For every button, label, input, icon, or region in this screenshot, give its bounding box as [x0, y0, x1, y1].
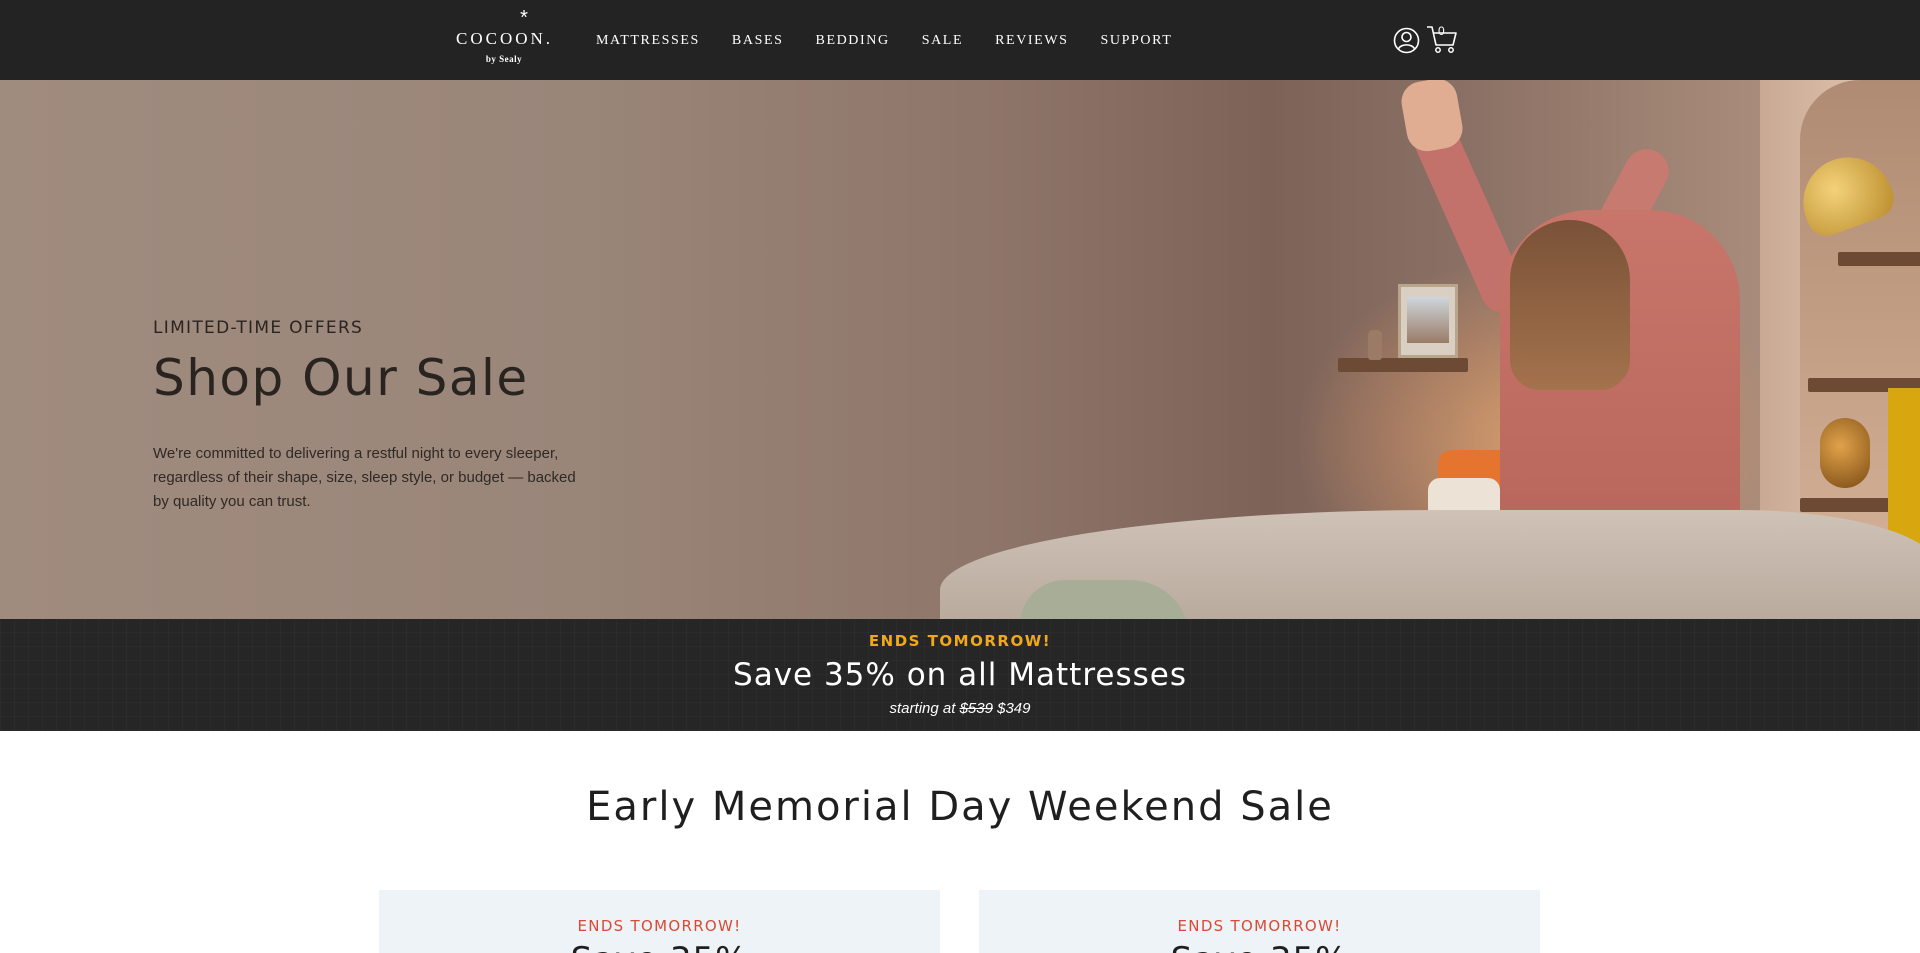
hero-title: Shop Our Sale — [153, 349, 529, 407]
nav-item-bedding[interactable]: BEDDING — [816, 30, 890, 52]
site-header: * COCOON. by Sealy MATTRESSES BASES BEDD… — [0, 0, 1920, 80]
promo-banner[interactable]: ENDS TOMORROW! Save 35% on all Mattresse… — [0, 619, 1920, 731]
user-circle-icon[interactable] — [1393, 27, 1420, 54]
hero-shelf — [1838, 252, 1920, 266]
nav-item-support[interactable]: SUPPORT — [1101, 30, 1173, 52]
sale-card-title: Save 35% — [979, 940, 1540, 953]
hero-shelf — [1338, 358, 1468, 372]
nav-item-reviews[interactable]: REVIEWS — [995, 30, 1068, 52]
logo-tagline: by Sealy — [485, 54, 523, 64]
hero-description: We're committed to delivering a restful … — [153, 445, 576, 510]
promo-new-price: $349 — [997, 700, 1031, 717]
hero-person-hands — [1398, 80, 1466, 155]
sale-card[interactable]: ENDS TOMORROW! Save 35% — [979, 890, 1540, 953]
sale-card-eyebrow: ENDS TOMORROW! — [577, 917, 742, 935]
promo-price-prefix: starting at — [889, 700, 956, 717]
nav-item-mattresses[interactable]: MATTRESSES — [596, 30, 700, 52]
hero-vase — [1368, 330, 1382, 360]
sale-card[interactable]: ENDS TOMORROW! Save 35% — [379, 890, 940, 953]
cart-count-badge: 0 — [1438, 24, 1445, 38]
promo-title: Save 35% on all Mattresses — [733, 657, 1187, 693]
hero-picture-frame — [1398, 284, 1458, 358]
hero-banner: LIMITED-TIME OFFERS Shop Our Sale We're … — [0, 80, 1920, 619]
sale-card-eyebrow: ENDS TOMORROW! — [1177, 917, 1342, 935]
hero-content: LIMITED-TIME OFFERS Shop Our Sale We're … — [153, 316, 593, 514]
promo-price-line: starting at $539 $349 — [0, 699, 1920, 719]
promo-old-price: $539 — [959, 700, 993, 717]
logo-wordmark: COCOON. — [456, 29, 554, 48]
hero-person-hair — [1510, 220, 1630, 390]
cocoon-logo[interactable]: * COCOON. by Sealy — [456, 8, 552, 68]
logo-star-icon: * — [520, 7, 528, 29]
sale-card-title: Save 35% — [379, 940, 940, 953]
promo-eyebrow: ENDS TOMORROW! — [868, 632, 1052, 650]
nav-item-sale[interactable]: SALE — [922, 30, 963, 52]
main-nav: MATTRESSES BASES BEDDING SALE REVIEWS SU… — [596, 30, 1204, 52]
section-title: Early Memorial Day Weekend Sale — [586, 784, 1334, 830]
hero-eyebrow: LIMITED-TIME OFFERS — [153, 318, 364, 338]
nav-item-bases[interactable]: BASES — [732, 30, 784, 52]
hero-glass-vase — [1820, 418, 1870, 488]
